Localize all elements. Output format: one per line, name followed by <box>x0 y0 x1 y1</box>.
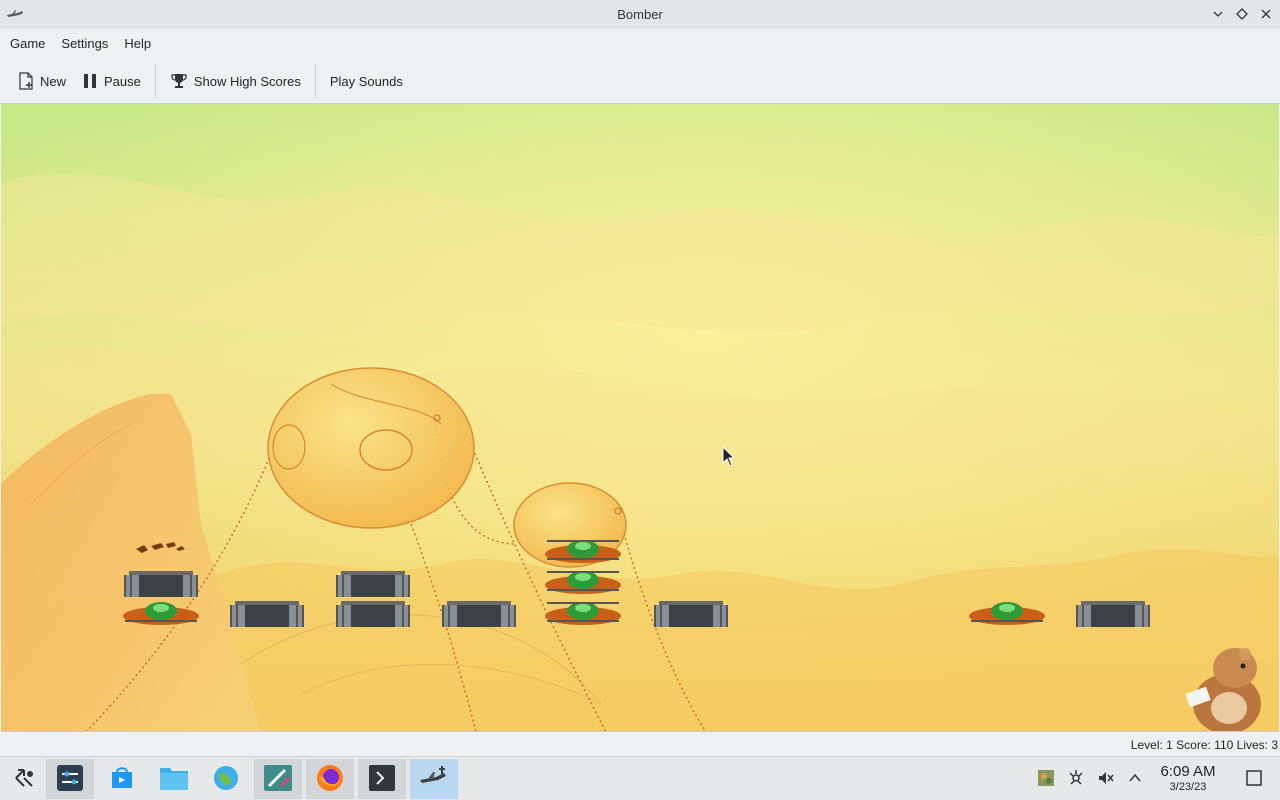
maximize-icon[interactable] <box>1232 4 1252 24</box>
clock-time: 6:09 AM <box>1160 763 1216 780</box>
discover-store-icon <box>108 764 136 795</box>
settings-icon <box>56 764 84 795</box>
close-icon[interactable] <box>1256 4 1276 24</box>
taskbar-settings[interactable] <box>46 759 94 799</box>
menu-bar: Game Settings Help <box>0 29 1280 59</box>
building-block <box>1076 601 1150 627</box>
building-block <box>654 601 728 627</box>
balloon-large <box>267 367 475 529</box>
bomber-icon <box>418 764 450 795</box>
play-sounds-label: Play Sounds <box>329 73 403 89</box>
taskbar-web-browser[interactable] <box>202 759 250 799</box>
tray-expand[interactable] <box>1124 757 1146 800</box>
taskbar-firefox[interactable] <box>306 759 354 799</box>
building-block <box>336 571 410 597</box>
high-scores-label: Show High Scores <box>193 73 301 89</box>
window-title: Bomber <box>617 7 663 22</box>
pause-button[interactable]: Pause <box>74 64 149 98</box>
file-manager-icon <box>159 764 189 795</box>
pause-icon <box>82 73 98 89</box>
taskbar: 6:09 AM 3/23/23 <box>0 756 1280 800</box>
game-canvas[interactable] <box>1 104 1279 732</box>
status-bar: Level: 1 Score: 110 Lives: 3 <box>0 733 1280 757</box>
web-browser-icon <box>213 765 239 794</box>
trophy-icon <box>170 72 188 90</box>
taskbar-bomber[interactable] <box>410 759 458 799</box>
building-block <box>336 601 410 627</box>
taskbar-discover[interactable] <box>98 759 146 799</box>
clock[interactable]: 6:09 AM 3/23/23 <box>1150 763 1226 794</box>
clock-date: 3/23/23 <box>1169 781 1207 793</box>
play-sounds-toggle[interactable]: Play Sounds <box>322 64 411 98</box>
volume-muted-icon <box>1097 769 1115 790</box>
new-game-button[interactable]: New <box>10 64 74 98</box>
show-high-scores-button[interactable]: Show High Scores <box>162 64 309 98</box>
firefox-icon <box>316 764 344 795</box>
toolbar-separator <box>314 64 316 98</box>
building-block <box>230 601 304 627</box>
game-scene <box>1 104 1279 731</box>
taskbar-kate[interactable] <box>254 759 302 799</box>
tray-game[interactable] <box>1034 757 1058 800</box>
game-status: Level: 1 Score: 110 Lives: 3 <box>1130 738 1278 752</box>
new-label: New <box>40 73 67 89</box>
toolbar-separator <box>154 64 156 98</box>
pause-label: Pause <box>104 73 141 89</box>
title-bar: Bomber <box>0 0 1280 29</box>
menu-help[interactable]: Help <box>116 29 159 59</box>
taskbar-terminal[interactable] <box>358 759 406 799</box>
minimize-icon[interactable] <box>1208 4 1228 24</box>
application-launcher-icon <box>12 766 36 793</box>
toolbar: New Pause Show High Scores Play Sounds <box>0 59 1280 104</box>
network-icon <box>1067 769 1085 790</box>
game-tray-icon <box>1037 769 1055 790</box>
show-desktop-button[interactable] <box>1242 757 1266 800</box>
new-document-icon <box>18 72 34 90</box>
taskbar-file-manager[interactable] <box>150 759 198 799</box>
kate-editor-icon <box>263 764 293 795</box>
show-desktop-icon <box>1245 769 1263 790</box>
menu-settings[interactable]: Settings <box>53 29 116 59</box>
chevron-up-icon <box>1128 771 1142 788</box>
tray-volume[interactable] <box>1094 757 1118 800</box>
menu-game[interactable]: Game <box>2 29 53 59</box>
terminal-icon <box>368 764 396 795</box>
building-block <box>442 601 516 627</box>
tray-network[interactable] <box>1064 757 1088 800</box>
building-block <box>124 571 198 597</box>
application-launcher-button[interactable] <box>0 759 48 799</box>
